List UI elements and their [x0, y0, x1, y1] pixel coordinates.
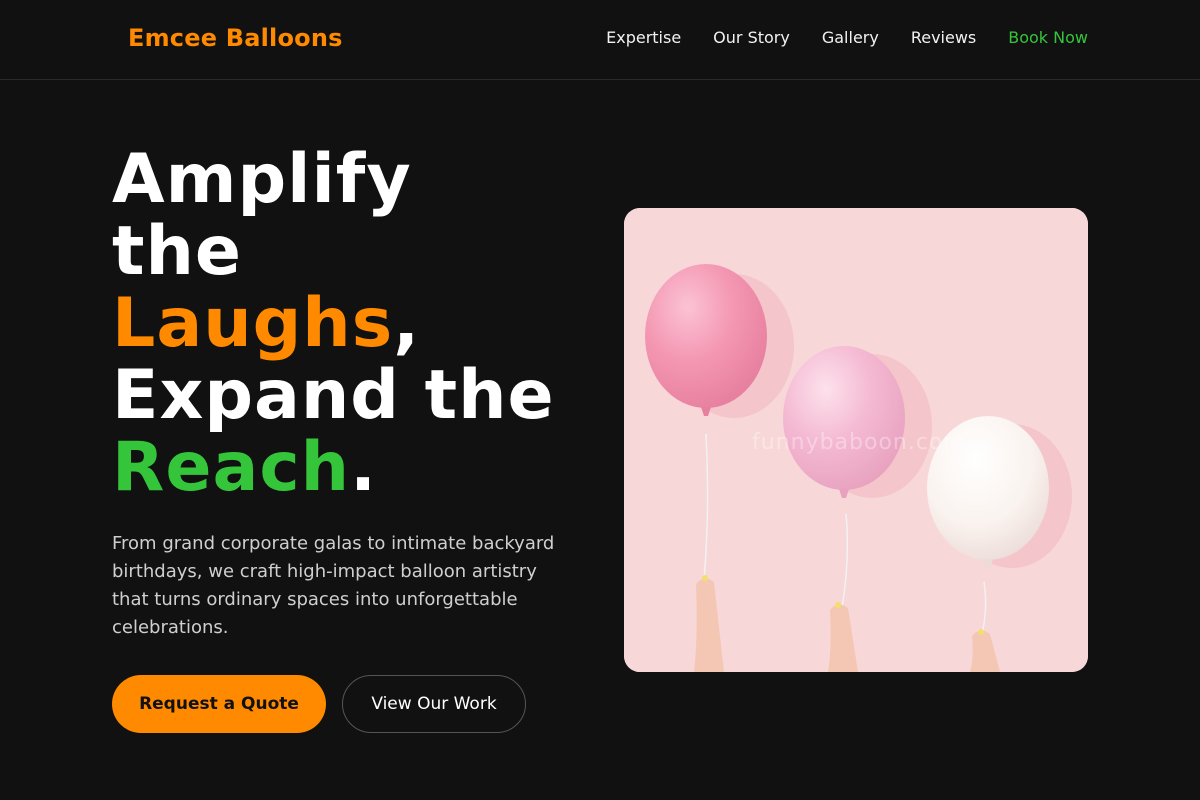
nav-item-expertise[interactable]: Expertise	[606, 28, 681, 47]
nav-item-gallery[interactable]: Gallery	[822, 28, 879, 47]
nav-links: Expertise Our Story Gallery Reviews Book…	[606, 28, 1088, 47]
navbar: Emcee Balloons Expertise Our Story Galle…	[0, 0, 1200, 80]
headline-line-5: Reach.	[112, 432, 592, 504]
brand-logo[interactable]: Emcee Balloons	[128, 24, 343, 52]
headline-line-3: Laughs,	[112, 288, 592, 360]
headline-line-1: Amplify	[112, 140, 412, 219]
headline-period: .	[350, 428, 377, 507]
headline-reach: Reach	[112, 428, 351, 507]
hero-description: From grand corporate galas to intimate b…	[112, 533, 555, 638]
headline-line-2: the	[112, 212, 243, 291]
headline-laughs: Laughs	[112, 284, 394, 363]
nav-item-our-story[interactable]: Our Story	[713, 28, 790, 47]
nav-book-now[interactable]: Book Now	[1008, 28, 1088, 47]
hero-image: funnybaboon.com	[624, 208, 1088, 672]
image-watermark: funnybaboon.com	[752, 430, 966, 455]
hero-headline: Amplify the Laughs, Expand the Reach.	[112, 144, 592, 504]
headline-comma: ,	[393, 284, 421, 363]
nav-item-reviews[interactable]: Reviews	[911, 28, 976, 47]
headline-line-4: Expand the	[112, 356, 555, 435]
request-quote-button[interactable]: Request a Quote	[112, 675, 326, 733]
view-work-button[interactable]: View Our Work	[342, 675, 526, 733]
